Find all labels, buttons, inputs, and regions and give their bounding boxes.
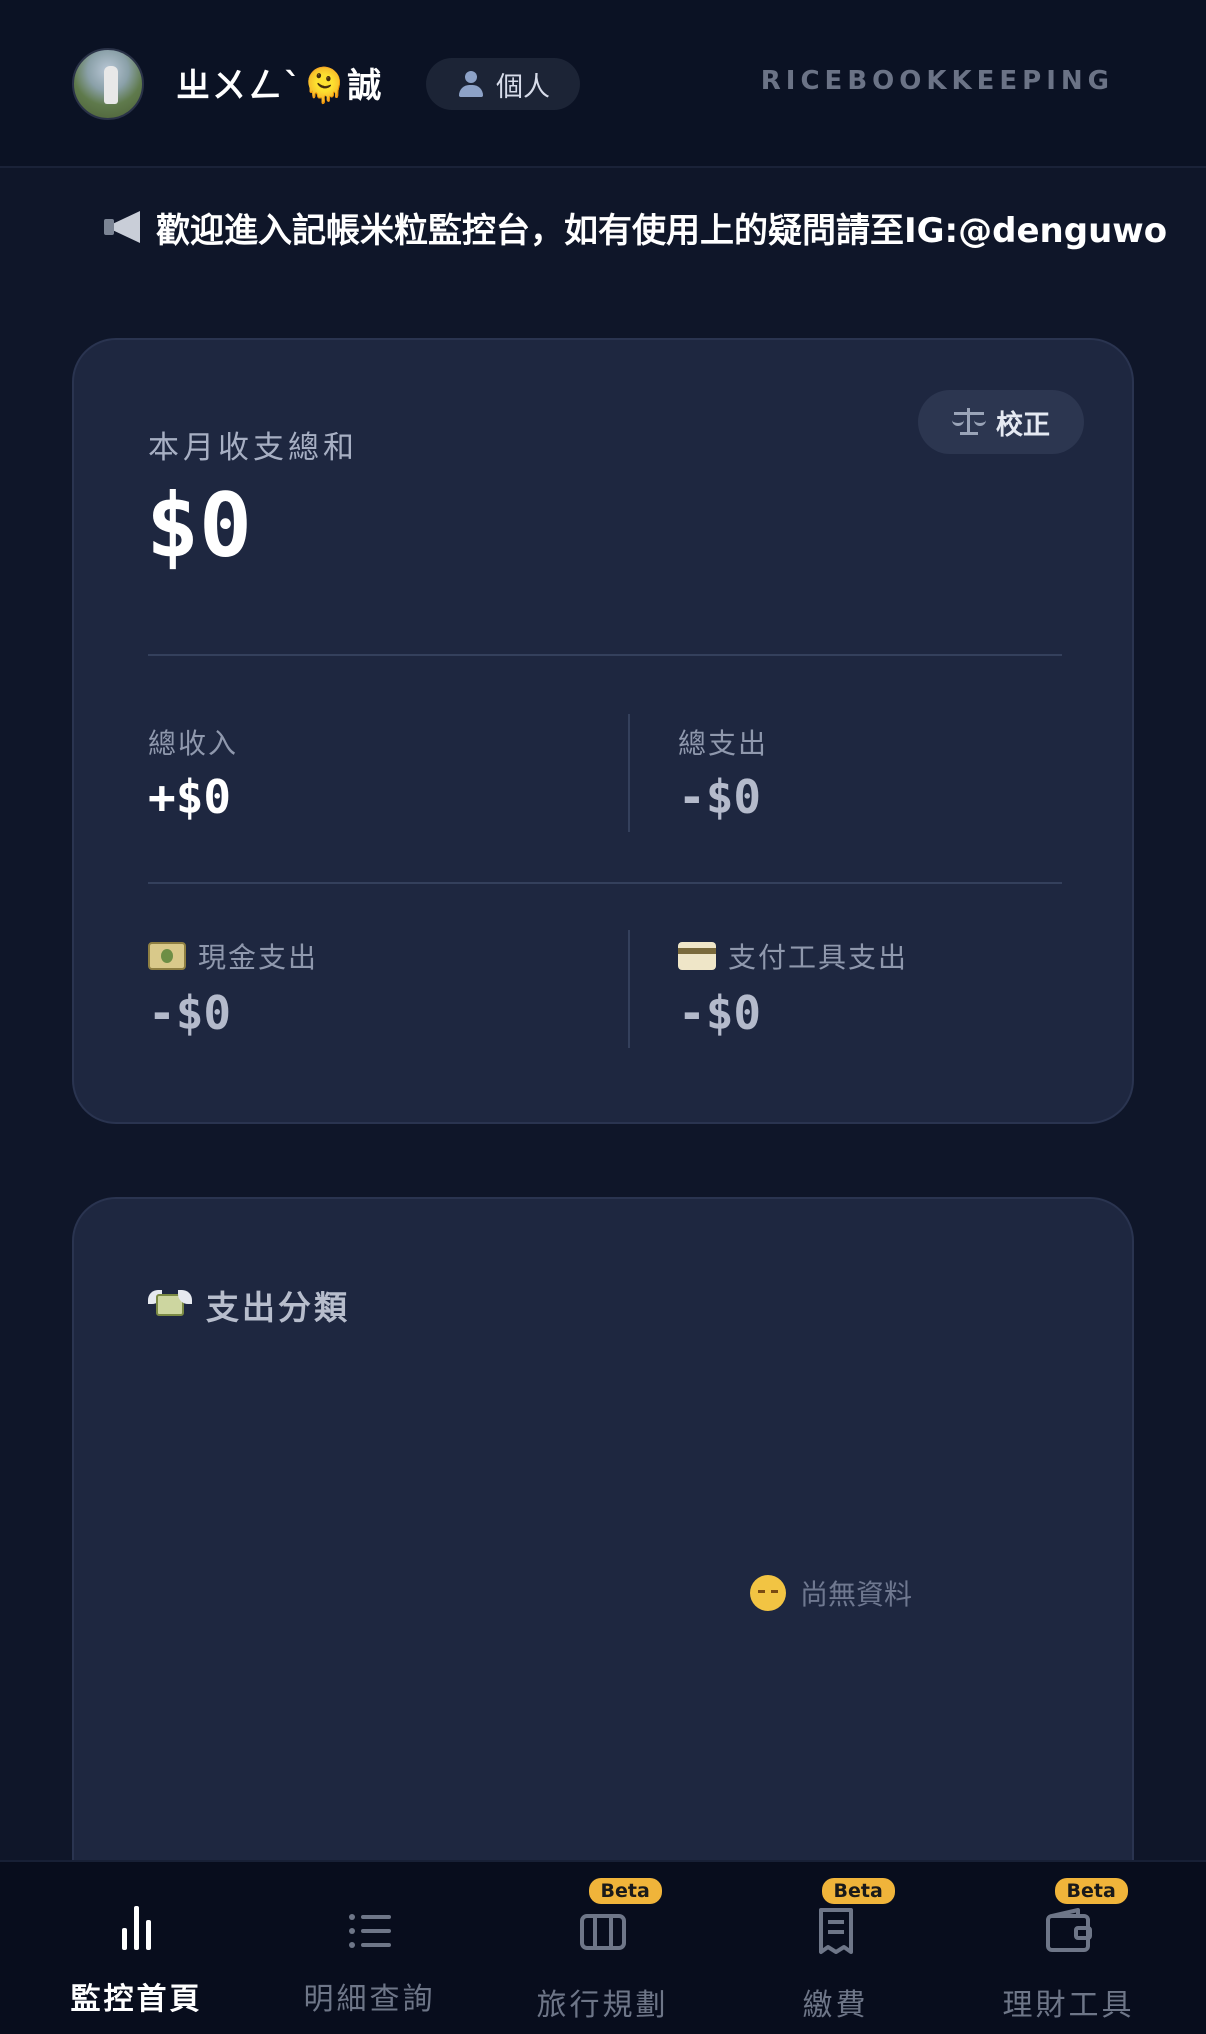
nav-item-bills[interactable]: Beta 繳費 [719, 1862, 952, 2034]
calibrate-button[interactable]: 校正 [918, 390, 1084, 454]
nav-label: 理財工具 [1002, 1988, 1135, 2023]
beta-badge: Beta [1054, 1878, 1128, 1904]
mode-selector-button[interactable]: 個人 [426, 58, 580, 110]
expense-value: -$0 [678, 770, 762, 824]
payment-expense-label: 支付工具支出 [678, 936, 908, 976]
bottom-nav: 監控首頁 明細查詢 Beta 旅行規劃 Beta 繳費 Beta 理財工具 [0, 1860, 1206, 2034]
nav-label: 明細查詢 [303, 1982, 436, 2017]
nav-item-travel[interactable]: Beta 旅行規劃 [486, 1862, 719, 2034]
megaphone-icon [100, 207, 146, 247]
cash-expense-value: -$0 [148, 986, 232, 1040]
column-divider [628, 714, 630, 832]
nav-label: 監控首頁 [70, 1982, 203, 2017]
divider [148, 654, 1062, 656]
nav-label: 繳費 [802, 1988, 869, 2023]
beta-badge: Beta [588, 1878, 662, 1904]
divider [148, 882, 1062, 884]
cash-icon [148, 942, 186, 970]
nav-item-details[interactable]: 明細查詢 [253, 1862, 486, 2034]
total-label: 本月收支總和 [148, 430, 358, 466]
payment-expense-value: -$0 [678, 986, 762, 1040]
nav-label: 旅行規劃 [536, 1988, 669, 2023]
person-icon [456, 69, 486, 99]
calibrate-label: 校正 [996, 409, 1050, 441]
column-divider [628, 930, 630, 1048]
income-label: 總收入 [148, 727, 239, 760]
total-value: $0 [146, 474, 252, 577]
brand-logo: RICEBOOKKEEPING [760, 66, 1114, 96]
top-header: ㄓㄨㄥˋ🫠誠 個人 RICEBOOKKEEPING [0, 0, 1206, 168]
flying-money-icon [148, 1288, 192, 1322]
income-value: +$0 [148, 770, 232, 824]
empty-state: 尚無資料 [750, 1573, 912, 1613]
expense-label: 總支出 [678, 727, 769, 760]
receipt-icon [811, 1906, 861, 1956]
username: ㄓㄨㄥˋ🫠誠 [176, 66, 384, 106]
mode-label: 個人 [496, 71, 550, 103]
nav-item-finance-tools[interactable]: Beta 理財工具 [952, 1862, 1185, 2034]
announcement-text: 歡迎進入記帳米粒監控台，如有使用上的疑問請至IG:@denguwo [156, 210, 1168, 251]
wallet-icon [1044, 1906, 1094, 1956]
sleepy-face-icon [750, 1575, 786, 1611]
list-icon [345, 1906, 395, 1956]
announcement-marquee: 歡迎進入記帳米粒監控台，如有使用上的疑問請至IG:@denguwo [100, 200, 1206, 254]
app-page: ㄓㄨㄥˋ🫠誠 個人 RICEBOOKKEEPING 歡迎進入記帳米粒監控台，如有… [0, 0, 1206, 2034]
scale-icon [952, 406, 986, 438]
luggage-icon [578, 1906, 628, 1956]
avatar[interactable] [72, 48, 144, 120]
beta-badge: Beta [821, 1878, 895, 1904]
nav-item-dashboard[interactable]: 監控首頁 [20, 1862, 253, 2034]
empty-state-text: 尚無資料 [800, 1578, 913, 1611]
credit-card-icon [678, 942, 716, 970]
monthly-summary-card: 校正 本月收支總和 $0 總收入 +$0 總支出 -$0 現金支出 -$0 支付… [72, 338, 1134, 1124]
category-title: 支出分類 [148, 1281, 350, 1329]
bar-chart-icon [112, 1906, 162, 1956]
cash-expense-label: 現金支出 [148, 936, 318, 976]
